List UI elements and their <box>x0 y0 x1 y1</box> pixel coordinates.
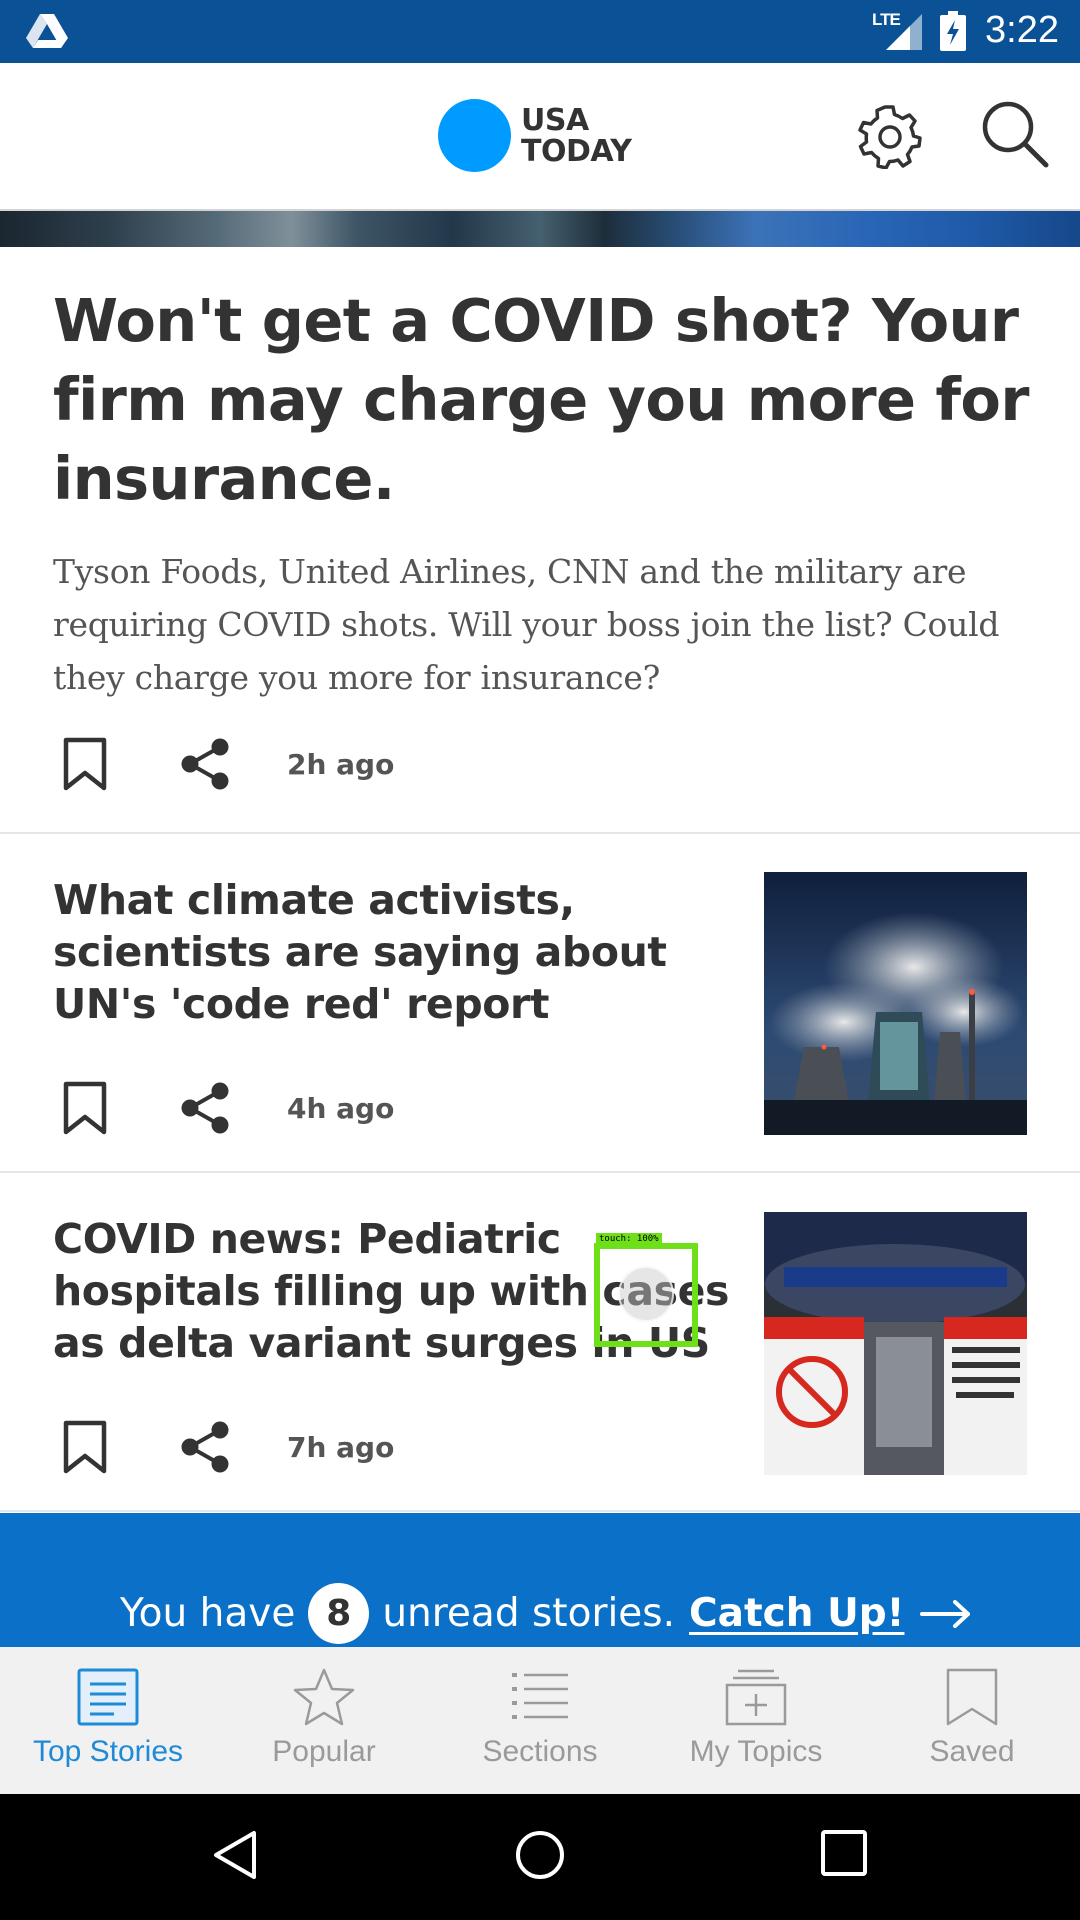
story-thumbnail[interactable] <box>764 872 1027 1135</box>
story-thumbnail[interactable] <box>764 1212 1027 1475</box>
home-icon <box>516 1831 564 1879</box>
covid-signs-image <box>764 1212 1027 1475</box>
bookmark-icon <box>63 1081 107 1135</box>
tab-label: Popular <box>272 1735 376 1768</box>
story-actions: 7h ago <box>53 1415 394 1479</box>
arrow-right-icon <box>920 1599 971 1628</box>
lead-story-summary: Tyson Foods, United Airlines, CNN and th… <box>53 552 1000 697</box>
topics-icon <box>725 1669 787 1726</box>
search-button[interactable] <box>980 99 1050 169</box>
story-card[interactable]: COVID news: Pediatric hospitals filling … <box>0 1173 1080 1512</box>
recents-button[interactable] <box>820 1829 868 1881</box>
unread-count-badge: 8 <box>308 1583 370 1644</box>
power-plant-image <box>764 872 1027 1135</box>
settings-button[interactable] <box>856 103 922 170</box>
story-card[interactable]: What climate activists, scientists are s… <box>0 834 1080 1173</box>
timestamp: 7h ago <box>287 1430 395 1464</box>
share-button[interactable] <box>173 1415 237 1479</box>
usa-today-logo[interactable]: USA TODAY <box>438 99 632 172</box>
bookmark-icon <box>63 1420 107 1474</box>
bottom-navigation: Top Stories Popular Sections My Topics S… <box>0 1647 1080 1794</box>
share-button[interactable] <box>173 732 237 796</box>
tab-label: My Topics <box>689 1735 823 1768</box>
timestamp: 4h ago <box>287 1091 395 1125</box>
story-actions: 4h ago <box>53 1076 394 1140</box>
tab-sections[interactable]: Sections <box>432 1647 648 1794</box>
lead-story-actions: 2h ago <box>53 732 394 796</box>
clock: 3:22 <box>985 9 1059 51</box>
share-icon <box>181 738 229 790</box>
gear-icon <box>858 105 922 170</box>
tab-label: Sections <box>482 1735 598 1768</box>
logo-text: USA TODAY <box>521 102 632 169</box>
share-icon <box>181 1082 229 1134</box>
recents-icon <box>821 1830 867 1876</box>
home-button[interactable] <box>514 1829 566 1885</box>
bookmark-button[interactable] <box>53 1076 117 1140</box>
bookmark-icon <box>63 737 107 791</box>
star-icon <box>293 1668 355 1726</box>
timestamp: 2h ago <box>287 747 395 781</box>
unread-banner[interactable]: You have 8 unread stories. Catch Up! <box>0 1513 1080 1647</box>
tab-top-stories[interactable]: Top Stories <box>0 1647 216 1794</box>
hero-image[interactable] <box>0 211 1080 247</box>
system-navigation-bar <box>0 1794 1080 1920</box>
tab-popular[interactable]: Popular <box>216 1647 432 1794</box>
app-header: USA TODAY <box>0 63 1080 211</box>
back-icon <box>214 1831 256 1879</box>
signal-icon <box>876 14 922 54</box>
logo-dot <box>438 99 511 172</box>
bookmark-button[interactable] <box>53 732 117 796</box>
bookmark-button[interactable] <box>53 1415 117 1479</box>
search-icon <box>982 101 1049 168</box>
share-button[interactable] <box>173 1076 237 1140</box>
lead-story[interactable]: Won't get a COVID shot? Your firm may ch… <box>0 247 1080 834</box>
back-button[interactable] <box>212 1829 258 1885</box>
touch-point <box>618 1266 674 1322</box>
status-bar: LTE 3:22 <box>0 0 1080 63</box>
top-stories-icon <box>77 1668 139 1726</box>
story-title[interactable]: What climate activists, scientists are s… <box>53 874 733 1030</box>
lead-story-title[interactable]: Won't get a COVID shot? Your firm may ch… <box>53 281 1043 518</box>
tab-label: Top Stories <box>32 1735 184 1768</box>
unread-suffix: unread stories. <box>382 1591 676 1636</box>
drive-icon <box>26 12 68 54</box>
battery-charging-icon <box>940 11 966 55</box>
share-icon <box>181 1421 229 1473</box>
tab-label: Saved <box>929 1735 1015 1768</box>
bookmark-icon <box>946 1668 998 1726</box>
list-icon <box>512 1673 568 1719</box>
catch-up-link[interactable]: Catch Up! <box>689 1591 904 1636</box>
tab-my-topics[interactable]: My Topics <box>648 1647 864 1794</box>
tab-saved[interactable]: Saved <box>864 1647 1080 1794</box>
unread-prefix: You have <box>120 1591 296 1636</box>
unread-message: You have 8 unread stories. Catch Up! <box>120 1583 972 1644</box>
